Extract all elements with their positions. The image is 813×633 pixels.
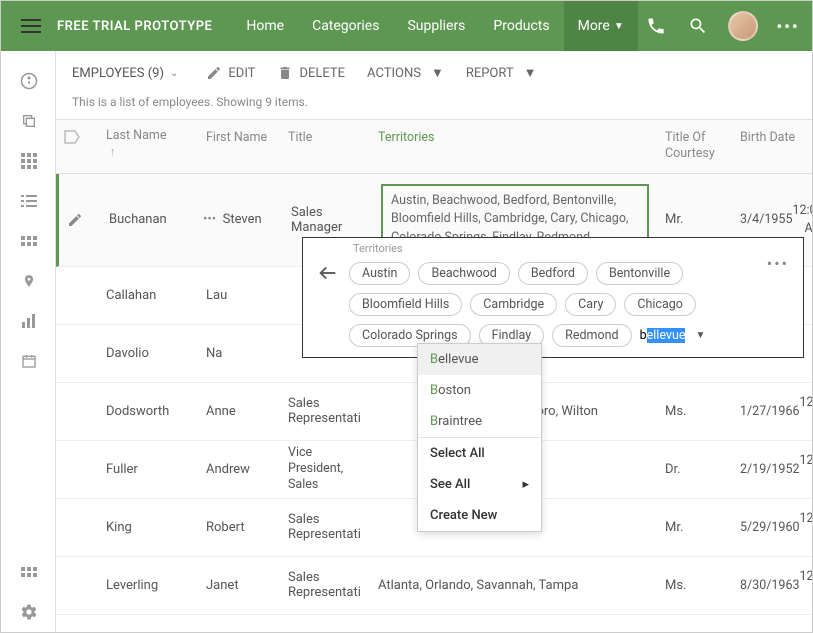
dd-select-all[interactable]: Select All xyxy=(418,438,541,469)
tag[interactable]: Bentonville xyxy=(596,262,683,285)
nav-products[interactable]: Products xyxy=(479,1,563,51)
sidebar xyxy=(1,51,56,632)
tag[interactable]: Redmond xyxy=(552,324,631,347)
list-icon[interactable] xyxy=(1,181,56,221)
phone-icon[interactable] xyxy=(644,14,668,38)
editor-label: Territories xyxy=(353,242,403,255)
cell-first: ••• Steven xyxy=(201,202,283,237)
location-icon[interactable] xyxy=(1,261,56,301)
dd-option[interactable]: Braintree xyxy=(418,406,541,437)
back-arrow-icon[interactable] xyxy=(317,262,339,284)
report-button[interactable]: REPORT▼ xyxy=(460,61,543,85)
tag[interactable]: Austin xyxy=(349,262,410,285)
dd-see-all[interactable]: See All▸ xyxy=(418,469,541,500)
brand-title: FREE TRIAL PROTOTYPE xyxy=(57,19,212,34)
actions-button[interactable]: ACTIONS▼ xyxy=(361,61,450,85)
calendar-icon[interactable] xyxy=(1,341,56,381)
table-header: Last Name↑ First Name Title Territories … xyxy=(56,119,812,174)
toolbar: EMPLOYEES (9)⌄ EDIT DELETE ACTIONS▼ REPO… xyxy=(56,51,812,95)
tags-container: Austin Beachwood Bedford Bentonville Blo… xyxy=(349,262,789,347)
dd-option[interactable]: Bellevue xyxy=(418,344,541,375)
list-subtitle: This is a list of employees. Showing 9 i… xyxy=(56,95,812,119)
nav-categories[interactable]: Categories xyxy=(298,1,393,51)
nav-links: Home Categories Suppliers Products More▼ xyxy=(232,1,637,51)
col-territories[interactable]: Territories xyxy=(370,120,657,173)
nav-home[interactable]: Home xyxy=(232,1,298,51)
delete-button[interactable]: DELETE xyxy=(271,61,351,85)
avatar[interactable] xyxy=(728,11,758,41)
territories-editor: Territories ••• Austin Beachwood Bedford… xyxy=(302,237,804,358)
autocomplete-dropdown: Bellevue Boston Braintree Select All See… xyxy=(417,343,542,532)
editor-overflow-icon[interactable]: ••• xyxy=(767,254,789,273)
pencil-icon[interactable] xyxy=(67,212,83,228)
cell-courtesy: Mr. xyxy=(657,202,732,237)
dd-option[interactable]: Boston xyxy=(418,375,541,406)
tag-input[interactable]: bellevue ▼ xyxy=(640,324,706,347)
top-bar: FREE TRIAL PROTOTYPE Home Categories Sup… xyxy=(1,1,812,51)
grid-icon[interactable] xyxy=(1,141,56,181)
col-last-name[interactable]: Last Name↑ xyxy=(98,120,198,173)
info-icon[interactable] xyxy=(1,61,56,101)
menu-icon[interactable] xyxy=(13,8,49,44)
dd-create-new[interactable]: Create New xyxy=(418,500,541,531)
row-overflow-icon[interactable]: ••• xyxy=(203,212,216,227)
search-icon[interactable] xyxy=(686,14,710,38)
settings-icon[interactable] xyxy=(1,592,56,632)
overflow-icon[interactable]: ••• xyxy=(776,14,800,38)
col-first-name[interactable]: First Name xyxy=(198,120,280,173)
tag[interactable]: Chicago xyxy=(624,293,696,316)
cell-last: Buchanan xyxy=(101,202,201,237)
nav-more[interactable]: More▼ xyxy=(564,1,638,51)
col-birth[interactable]: Birth Date xyxy=(732,120,812,173)
tag[interactable]: Bedford xyxy=(518,262,588,285)
table-row[interactable]: Leverling Janet Sales Representati Atlan… xyxy=(56,557,812,615)
view-title[interactable]: EMPLOYEES (9)⌄ xyxy=(72,66,178,81)
chart-icon[interactable] xyxy=(1,301,56,341)
chevron-down-icon[interactable]: ▼ xyxy=(695,330,705,341)
col-title[interactable]: Title xyxy=(280,120,370,173)
tag[interactable]: Cambridge xyxy=(470,293,557,316)
copy-icon[interactable] xyxy=(1,101,56,141)
grid2-icon[interactable] xyxy=(1,221,56,261)
tag[interactable]: Beachwood xyxy=(418,262,509,285)
edit-button[interactable]: EDIT xyxy=(200,61,261,85)
col-select[interactable] xyxy=(56,120,98,173)
apps-icon[interactable] xyxy=(1,552,56,592)
content-area: EMPLOYEES (9)⌄ EDIT DELETE ACTIONS▼ REPO… xyxy=(56,51,812,632)
tag[interactable]: Bloomfield Hills xyxy=(349,293,462,316)
tag[interactable]: Cary xyxy=(565,293,616,316)
nav-suppliers[interactable]: Suppliers xyxy=(393,1,479,51)
col-courtesy[interactable]: Title Of Courtesy xyxy=(657,120,732,173)
